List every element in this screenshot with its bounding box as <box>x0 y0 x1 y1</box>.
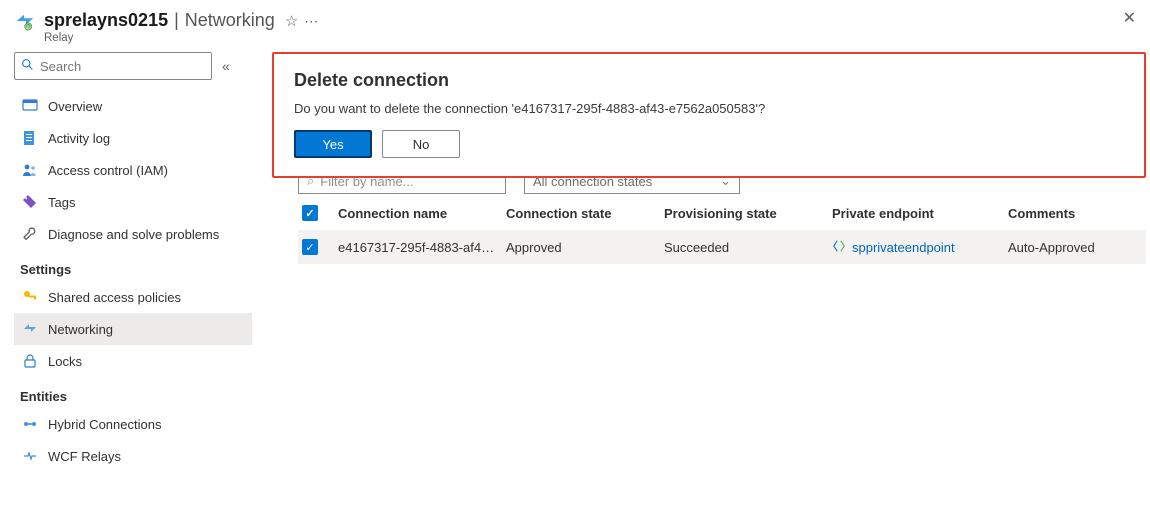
connections-table: ✓ Connection name Connection state Provi… <box>298 196 1146 264</box>
lock-icon <box>22 353 38 369</box>
overview-icon <box>22 98 38 114</box>
nav-overview[interactable]: Overview <box>14 90 252 122</box>
cell-private-endpoint-link[interactable]: spprivateendpoint <box>852 240 955 255</box>
cell-connection-name: e4167317-295f-4883-af4… <box>338 240 498 255</box>
activity-log-icon <box>22 130 38 146</box>
nav-networking[interactable]: Networking <box>14 313 252 345</box>
cell-connection-state: Approved <box>506 240 656 255</box>
col-connection-state[interactable]: Connection state <box>506 206 656 221</box>
col-comments[interactable]: Comments <box>1008 206 1142 221</box>
cell-comments: Auto-Approved <box>1008 240 1142 255</box>
sidebar-search-input[interactable] <box>40 59 205 74</box>
wcf-relays-icon <box>22 448 38 464</box>
nav-tags[interactable]: Tags <box>14 186 252 218</box>
people-icon <box>22 162 38 178</box>
search-icon <box>21 58 34 74</box>
row-checkbox[interactable]: ✓ <box>302 239 318 255</box>
nav-label: Overview <box>48 99 102 114</box>
nav-label: Hybrid Connections <box>48 417 161 432</box>
hybrid-connections-icon <box>22 416 38 432</box>
dialog-title: Delete connection <box>294 70 1124 91</box>
nav-label: WCF Relays <box>48 449 121 464</box>
nav-diagnose[interactable]: Diagnose and solve problems <box>14 218 252 250</box>
tag-icon <box>22 194 38 210</box>
private-endpoint-icon <box>832 239 846 256</box>
nav-label: Diagnose and solve problems <box>48 227 219 242</box>
nav-activity-log[interactable]: Activity log <box>14 122 252 154</box>
networking-icon <box>22 321 38 337</box>
nav-label: Networking <box>48 322 113 337</box>
nav-label: Access control (IAM) <box>48 163 168 178</box>
table-row[interactable]: ✓ e4167317-295f-4883-af4… Approved Succe… <box>298 230 1146 264</box>
nav-label: Shared access policies <box>48 290 181 305</box>
col-private-endpoint[interactable]: Private endpoint <box>832 206 1000 221</box>
relay-resource-icon <box>14 10 36 32</box>
dialog-message: Do you want to delete the connection 'e4… <box>294 101 1124 116</box>
col-connection-name[interactable]: Connection name <box>338 206 498 221</box>
key-icon <box>22 289 38 305</box>
nav-hybrid-connections[interactable]: Hybrid Connections <box>14 408 252 440</box>
select-all-checkbox[interactable]: ✓ <box>302 205 318 221</box>
sidebar-search[interactable] <box>14 52 212 80</box>
cell-provisioning-state: Succeeded <box>664 240 824 255</box>
close-blade-button[interactable]: ✕ <box>1123 8 1136 28</box>
wrench-icon <box>22 226 38 242</box>
delete-connection-dialog: Delete connection Do you want to delete … <box>272 52 1146 178</box>
nav-shared-access-policies[interactable]: Shared access policies <box>14 281 252 313</box>
nav-section-entities: Entities <box>20 389 252 404</box>
collapse-sidebar-icon[interactable]: « <box>218 54 234 78</box>
nav-label: Activity log <box>48 131 110 146</box>
no-button[interactable]: No <box>382 130 460 158</box>
nav-locks[interactable]: Locks <box>14 345 252 377</box>
resource-name: sprelayns0215 <box>44 10 168 31</box>
nav-wcf-relays[interactable]: WCF Relays <box>14 440 252 472</box>
nav-label: Tags <box>48 195 75 210</box>
col-provisioning-state[interactable]: Provisioning state <box>664 206 824 221</box>
nav-access-control[interactable]: Access control (IAM) <box>14 154 252 186</box>
yes-button[interactable]: Yes <box>294 130 372 158</box>
nav-section-settings: Settings <box>20 262 252 277</box>
nav-label: Locks <box>48 354 82 369</box>
